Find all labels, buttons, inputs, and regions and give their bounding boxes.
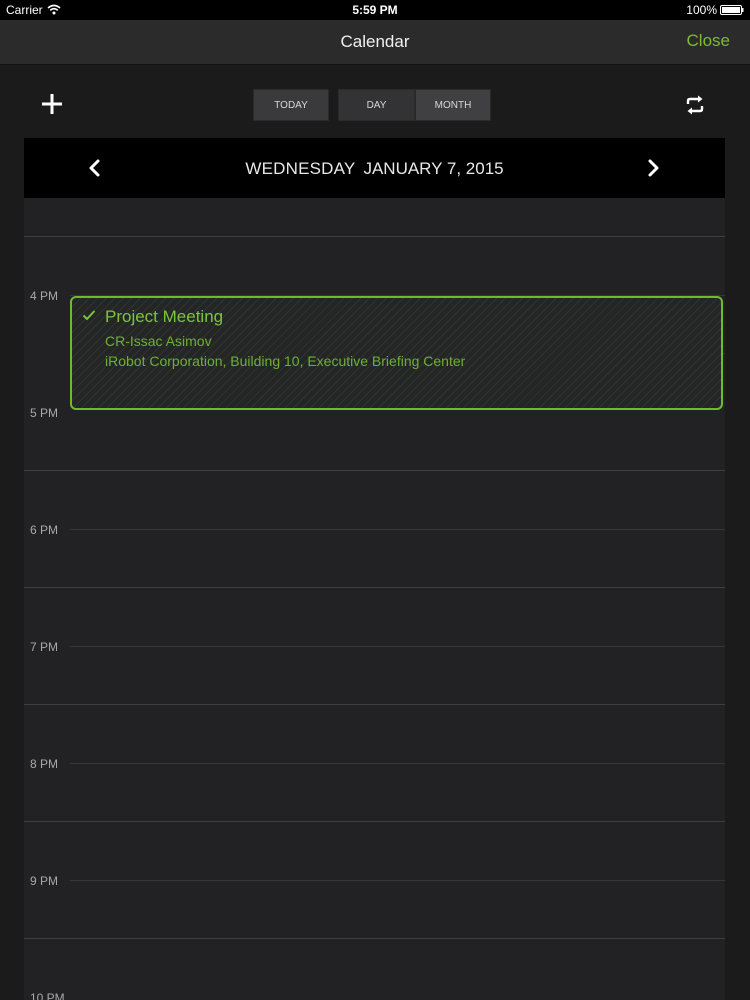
date-full: JANUARY 7, 2015	[363, 159, 504, 178]
status-time: 5:59 PM	[352, 3, 398, 17]
date-header: WEDNESDAY JANUARY 7, 2015	[24, 138, 725, 198]
event-organizer: CR-Issac Asimov	[105, 333, 212, 349]
half-hour-line	[24, 236, 725, 237]
hour-label: 7 PM	[30, 640, 59, 654]
calendar-toolbar: TODAY DAY MONTH	[0, 65, 750, 138]
today-button[interactable]: TODAY	[253, 89, 329, 121]
month-view-button[interactable]: MONTH	[415, 89, 491, 121]
hour-label: 8 PM	[30, 757, 59, 771]
half-hour-line	[24, 470, 725, 471]
hour-label: 6 PM	[30, 523, 59, 537]
date-weekday: WEDNESDAY	[245, 159, 356, 178]
half-hour-line	[24, 704, 725, 705]
hour-label: 10 PM	[30, 991, 65, 1000]
half-hour-line	[24, 587, 725, 588]
hour-label: 5 PM	[30, 406, 59, 420]
page-title: Calendar	[340, 32, 410, 51]
calendar-event[interactable]: Project Meeting CR-Issac Asimov iRobot C…	[70, 296, 723, 410]
hour-line	[70, 529, 725, 530]
event-location: iRobot Corporation, Building 10, Executi…	[105, 353, 466, 369]
half-hour-line	[24, 938, 725, 939]
hour-line	[70, 880, 725, 881]
hour-line	[70, 763, 725, 764]
status-bar: Carrier 5:59 PM 100%	[0, 0, 750, 20]
plus-icon[interactable]	[38, 90, 66, 118]
half-hour-line	[24, 821, 725, 822]
hour-label: 4 PM	[30, 289, 59, 303]
navigation-bar: Calendar Close	[0, 20, 750, 65]
chevron-right-icon[interactable]	[644, 158, 662, 178]
hour-line	[70, 646, 725, 647]
day-timeline[interactable]: 4 PM 5 PM 6 PM 7 PM 8 PM 9 PM 10 PM Proj…	[24, 198, 725, 1000]
current-date: WEDNESDAY JANUARY 7, 2015	[24, 159, 725, 179]
battery-icon	[720, 5, 744, 15]
event-title: Project Meeting	[105, 307, 224, 326]
battery-percent: 100%	[686, 3, 717, 17]
day-view-button[interactable]: DAY	[338, 89, 415, 121]
hour-label: 9 PM	[30, 874, 59, 888]
close-button[interactable]: Close	[687, 31, 730, 51]
sync-icon[interactable]	[683, 93, 707, 117]
calendar-screen: Carrier 5:59 PM 100% Calendar Close TODA…	[0, 0, 750, 1000]
check-icon	[82, 310, 96, 321]
